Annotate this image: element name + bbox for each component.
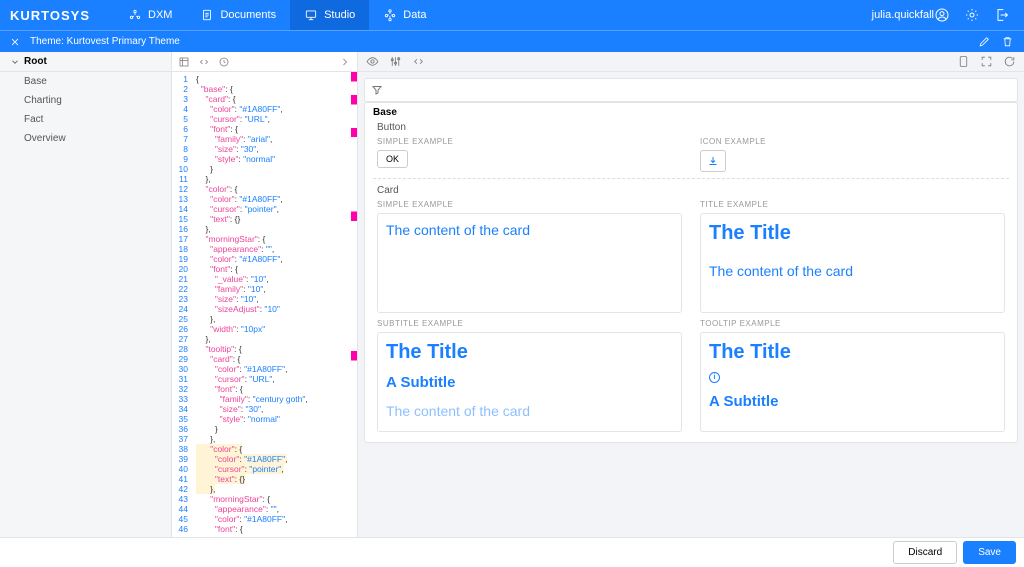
card-body: The content of the card <box>386 403 673 419</box>
user-icon[interactable] <box>934 7 950 23</box>
expand-icon[interactable] <box>980 55 993 68</box>
subsection-button: Button <box>377 122 1005 133</box>
example-title-icon: ICON EXAMPLE <box>700 137 1005 146</box>
sidebar-item-base[interactable]: Base <box>0 72 171 91</box>
card-title-text: The Title <box>386 341 673 364</box>
preview-panel: Base Button SIMPLE EXAMPLE OK ICON EXAMP… <box>358 52 1024 537</box>
data-icon <box>383 8 397 22</box>
theme-bar: Theme: Kurtovest Primary Theme <box>0 30 1024 52</box>
nav-label: Data <box>403 9 426 21</box>
nav-studio[interactable]: Studio <box>290 0 369 30</box>
code-editor[interactable]: 1234567891011121314151617181920212223242… <box>172 72 357 537</box>
card-title: The Title The content of the card <box>700 213 1005 313</box>
card-title-text: The Title <box>709 341 996 364</box>
brand-logo: KURTOSYS <box>10 8 90 23</box>
minimap[interactable] <box>351 72 357 537</box>
trash-icon[interactable] <box>1001 35 1014 48</box>
example-title-subtitle: SUBTITLE EXAMPLE <box>377 319 682 328</box>
card-body: The content of the card <box>386 222 673 238</box>
footer: Discard Save <box>0 537 1024 567</box>
card-simple: The content of the card <box>377 213 682 313</box>
code-panel: 1234567891011121314151617181920212223242… <box>172 52 358 537</box>
sidebar-root[interactable]: Root <box>0 52 171 72</box>
logout-icon[interactable] <box>994 7 1010 23</box>
download-button[interactable] <box>700 150 726 172</box>
form-icon[interactable] <box>178 56 190 68</box>
example-title-tooltip: TOOLTIP EXAMPLE <box>700 319 1005 328</box>
card-subtitle-text: A Subtitle <box>386 374 673 391</box>
subsection-card: Card <box>377 185 1005 196</box>
save-button[interactable]: Save <box>963 541 1016 564</box>
gear-icon[interactable] <box>964 7 980 23</box>
nav-label: DXM <box>148 9 172 21</box>
code-icon[interactable] <box>412 55 425 68</box>
divider <box>373 178 1009 179</box>
card-subtitle: The Title A Subtitle The content of the … <box>377 332 682 432</box>
sliders-icon[interactable] <box>389 55 402 68</box>
nav-dxm[interactable]: DXM <box>114 0 186 30</box>
refresh-icon[interactable] <box>1003 55 1016 68</box>
filter-bar[interactable] <box>364 78 1018 102</box>
example-title-simple2: SIMPLE EXAMPLE <box>377 200 682 209</box>
theme-title: Theme: Kurtovest Primary Theme <box>30 36 180 47</box>
example-title-simple: SIMPLE EXAMPLE <box>377 137 682 146</box>
section-title: Base <box>373 107 1009 118</box>
tree-sidebar: Root Base Charting Fact Overview <box>0 52 172 537</box>
info-icon[interactable]: i <box>709 372 720 383</box>
hub-icon <box>128 8 142 22</box>
filter-icon <box>371 84 383 96</box>
card-title-text: The Title <box>709 222 996 245</box>
eye-icon[interactable] <box>366 55 379 68</box>
device-icon[interactable] <box>957 55 970 68</box>
sidebar-item-charting[interactable]: Charting <box>0 91 171 110</box>
sidebar-item-fact[interactable]: Fact <box>0 110 171 129</box>
chevron-down-icon <box>10 57 20 67</box>
nav-label: Documents <box>220 9 276 21</box>
edit-icon[interactable] <box>978 35 991 48</box>
close-icon[interactable] <box>10 37 20 47</box>
nav-data[interactable]: Data <box>369 0 440 30</box>
code-toolbar <box>172 52 357 72</box>
nav-label: Studio <box>324 9 355 21</box>
preview-base-block: Base Button SIMPLE EXAMPLE OK ICON EXAMP… <box>364 102 1018 443</box>
code-icon[interactable] <box>198 56 210 68</box>
main-area: Root Base Charting Fact Overview 1234567… <box>0 52 1024 537</box>
sidebar-item-overview[interactable]: Overview <box>0 129 171 148</box>
preview-toolbar <box>358 52 1024 72</box>
document-icon <box>200 8 214 22</box>
card-body: The content of the card <box>709 263 996 279</box>
user-name[interactable]: julia.quickfall <box>872 9 934 21</box>
ok-button[interactable]: OK <box>377 150 408 168</box>
top-nav: KURTOSYS DXM Documents Studio Data julia… <box>0 0 1024 30</box>
discard-button[interactable]: Discard <box>893 541 957 564</box>
download-icon <box>707 155 719 167</box>
chevron-right-icon[interactable] <box>339 56 351 68</box>
code-body[interactable]: { "base": { "card": { "color": "#1A80FF"… <box>192 72 349 537</box>
example-title-titleex: TITLE EXAMPLE <box>700 200 1005 209</box>
line-gutter: 1234567891011121314151617181920212223242… <box>172 72 192 537</box>
card-tooltip: The Title i A Subtitle <box>700 332 1005 432</box>
studio-icon <box>304 8 318 22</box>
card-subtitle-text: A Subtitle <box>709 393 996 410</box>
nav-documents[interactable]: Documents <box>186 0 290 30</box>
sidebar-root-label: Root <box>24 56 47 67</box>
history-icon[interactable] <box>218 56 230 68</box>
